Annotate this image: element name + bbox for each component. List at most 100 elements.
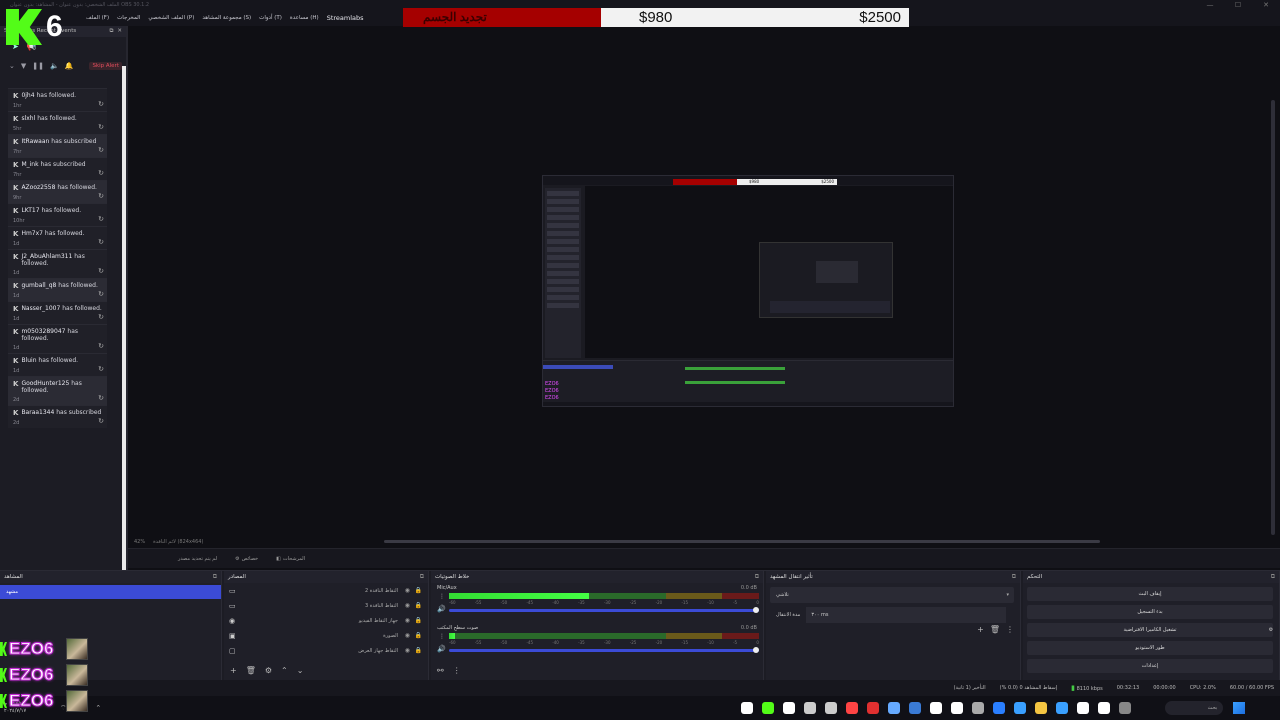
stream-preview[interactable]: $980 $2500 EZO6 EZO6 EZO6 — [542, 175, 954, 407]
popout-icon[interactable]: ⧉ — [1012, 571, 1016, 583]
replay-icon[interactable]: ↻ — [98, 169, 104, 177]
chevron-up-icon[interactable]: ⌃ — [95, 704, 101, 713]
chevron-down-icon[interactable]: ⌄ — [9, 62, 15, 70]
source-item[interactable]: ▢ التقاط جهاز العرض ◉ 🔒 — [224, 643, 428, 658]
gear-icon[interactable]: ⚙ — [265, 666, 272, 675]
menu-scene-collection[interactable]: مجموعة المشاهد (S) — [202, 15, 251, 21]
volume-slider[interactable] — [449, 649, 759, 652]
taskbar-app-icon[interactable] — [846, 702, 859, 714]
menu-tools[interactable]: أدوات (T) — [259, 15, 282, 21]
bell-icon[interactable]: 🔔 — [65, 62, 74, 70]
taskbar-app-icon[interactable] — [993, 702, 1006, 714]
replay-icon[interactable]: ↻ — [98, 365, 104, 373]
lock-icon[interactable]: 🔒 — [415, 587, 422, 594]
eye-icon[interactable]: ◉ — [405, 617, 410, 624]
popout-icon[interactable]: ⧉ — [420, 571, 424, 583]
popout-icon[interactable]: ⧉ — [1271, 571, 1275, 583]
settings-button[interactable]: إعدادات — [1027, 659, 1273, 673]
taskbar-app-icon[interactable] — [909, 702, 922, 714]
volume-slider-handle[interactable] — [753, 647, 759, 653]
minimize-button[interactable]: — — [1196, 0, 1224, 10]
studio-mode-button[interactable]: طور الاستوديو — [1027, 641, 1273, 655]
popout-icon[interactable]: ⧉ — [213, 571, 217, 583]
taskbar-app-icon[interactable] — [972, 702, 985, 714]
volume-slider-handle[interactable] — [753, 607, 759, 613]
filters-button[interactable]: ◧ المرشحات — [276, 556, 305, 562]
taskbar-app-icon[interactable] — [930, 702, 943, 714]
menu-profile[interactable]: الملف الشخصي (P) — [148, 15, 194, 21]
preview-vertical-scrollbar[interactable] — [1271, 100, 1275, 535]
speaker-icon[interactable]: 🔊 — [437, 605, 446, 613]
replay-icon[interactable]: ↻ — [98, 146, 104, 154]
close-icon[interactable]: ✕ — [117, 26, 122, 37]
eye-icon[interactable]: ◉ — [405, 647, 410, 654]
arrow-down-icon[interactable]: ⌄ — [297, 666, 304, 675]
taskbar-app-icon[interactable] — [1119, 702, 1132, 714]
taskbar-app-icon[interactable] — [741, 702, 754, 714]
scene-item[interactable]: مشهد — [0, 585, 221, 599]
menu-help[interactable]: مساعدة (H) — [290, 15, 319, 21]
source-item[interactable]: ◉ جهاز التقاط الفيديو ◉ 🔒 — [224, 613, 428, 628]
replay-icon[interactable]: ↻ — [98, 215, 104, 223]
more-icon[interactable]: ⋮ — [453, 666, 461, 675]
source-item[interactable]: ▭ التقاط النافذة 3 ◉ 🔒 — [224, 598, 428, 613]
menu-outputs[interactable]: المخرجات — [117, 15, 140, 21]
eye-icon[interactable]: ◉ — [405, 632, 410, 639]
duration-input[interactable]: ٣٠٠ ms — [806, 607, 1007, 623]
replay-icon[interactable]: ↻ — [98, 394, 104, 402]
virtual-camera-button[interactable]: تشغيل الكاميرا الافتراضية ⚙ — [1027, 623, 1273, 637]
events-scrollbar[interactable] — [122, 66, 126, 570]
popout-icon[interactable]: ⧉ — [109, 26, 113, 37]
lock-icon[interactable]: 🔒 — [415, 632, 422, 639]
replay-icon[interactable]: ↻ — [98, 313, 104, 321]
maximize-button[interactable]: ☐ — [1224, 0, 1252, 10]
more-icon[interactable]: ⋮ — [1006, 625, 1014, 634]
taskbar-app-icon[interactable] — [888, 702, 901, 714]
filter-icon[interactable]: ▼ — [21, 62, 26, 70]
trash-icon[interactable]: 🗑 — [990, 625, 1000, 634]
preview-resolution[interactable]: لائم النافذة (824x464) — [153, 536, 203, 548]
taskbar-search[interactable]: بحث — [1165, 701, 1224, 715]
taskbar-app-icon[interactable] — [1098, 702, 1111, 714]
speaker-icon[interactable]: 🔊 — [437, 645, 446, 653]
taskbar-app-icon[interactable] — [804, 702, 817, 714]
taskbar-app-icon[interactable] — [1014, 702, 1027, 714]
taskbar-app-icon[interactable] — [1056, 702, 1069, 714]
eye-icon[interactable]: ◉ — [405, 602, 410, 609]
source-item[interactable]: ▭ التقاط النافذة 2 ◉ 🔒 — [224, 583, 428, 598]
start-recording-button[interactable]: بدء التسجيل — [1027, 605, 1273, 619]
close-button[interactable]: ✕ — [1252, 0, 1280, 10]
arrow-up-icon[interactable]: ⌃ — [281, 666, 288, 675]
windows-start-icon[interactable] — [1233, 702, 1246, 714]
preview-horizontal-scrollbar[interactable] — [384, 540, 1100, 543]
replay-icon[interactable]: ↻ — [98, 417, 104, 425]
transition-type-select[interactable]: تلاشي ▾ — [770, 587, 1014, 603]
taskbar-app-icon[interactable] — [951, 702, 964, 714]
link-icon[interactable]: ⚯ — [437, 666, 444, 675]
more-icon[interactable]: ⋮ — [439, 633, 445, 640]
lock-icon[interactable]: 🔒 — [415, 617, 422, 624]
stop-streaming-button[interactable]: إيقاف البث — [1027, 587, 1273, 601]
replay-icon[interactable]: ↻ — [98, 290, 104, 298]
gear-icon[interactable]: ⚙ — [1265, 623, 1277, 637]
source-item[interactable]: ▣ الصورة ◉ 🔒 — [224, 628, 428, 643]
taskbar-app-icon[interactable] — [1077, 702, 1090, 714]
skip-alert-button[interactable]: Skip Alert — [89, 62, 122, 70]
replay-icon[interactable]: ↻ — [98, 267, 104, 275]
properties-button[interactable]: ⚙ خصائص — [235, 556, 258, 562]
zoom-level[interactable]: 42% — [134, 536, 145, 548]
volume-slider[interactable] — [449, 609, 759, 612]
taskbar-app-icon[interactable] — [783, 702, 796, 714]
taskbar-app-icon[interactable] — [1035, 702, 1048, 714]
taskbar-app-icon[interactable] — [762, 702, 775, 714]
replay-icon[interactable]: ↻ — [98, 192, 104, 200]
lock-icon[interactable]: 🔒 — [415, 647, 422, 654]
pause-icon[interactable]: ❚❚ — [32, 62, 44, 70]
replay-icon[interactable]: ↻ — [98, 238, 104, 246]
replay-icon[interactable]: ↻ — [98, 123, 104, 131]
popout-icon[interactable]: ⧉ — [755, 571, 759, 583]
menu-file[interactable]: الملف (F) — [86, 15, 109, 21]
replay-icon[interactable]: ↻ — [98, 342, 104, 350]
add-icon[interactable]: + — [230, 666, 237, 675]
trash-icon[interactable]: 🗑 — [246, 666, 256, 675]
